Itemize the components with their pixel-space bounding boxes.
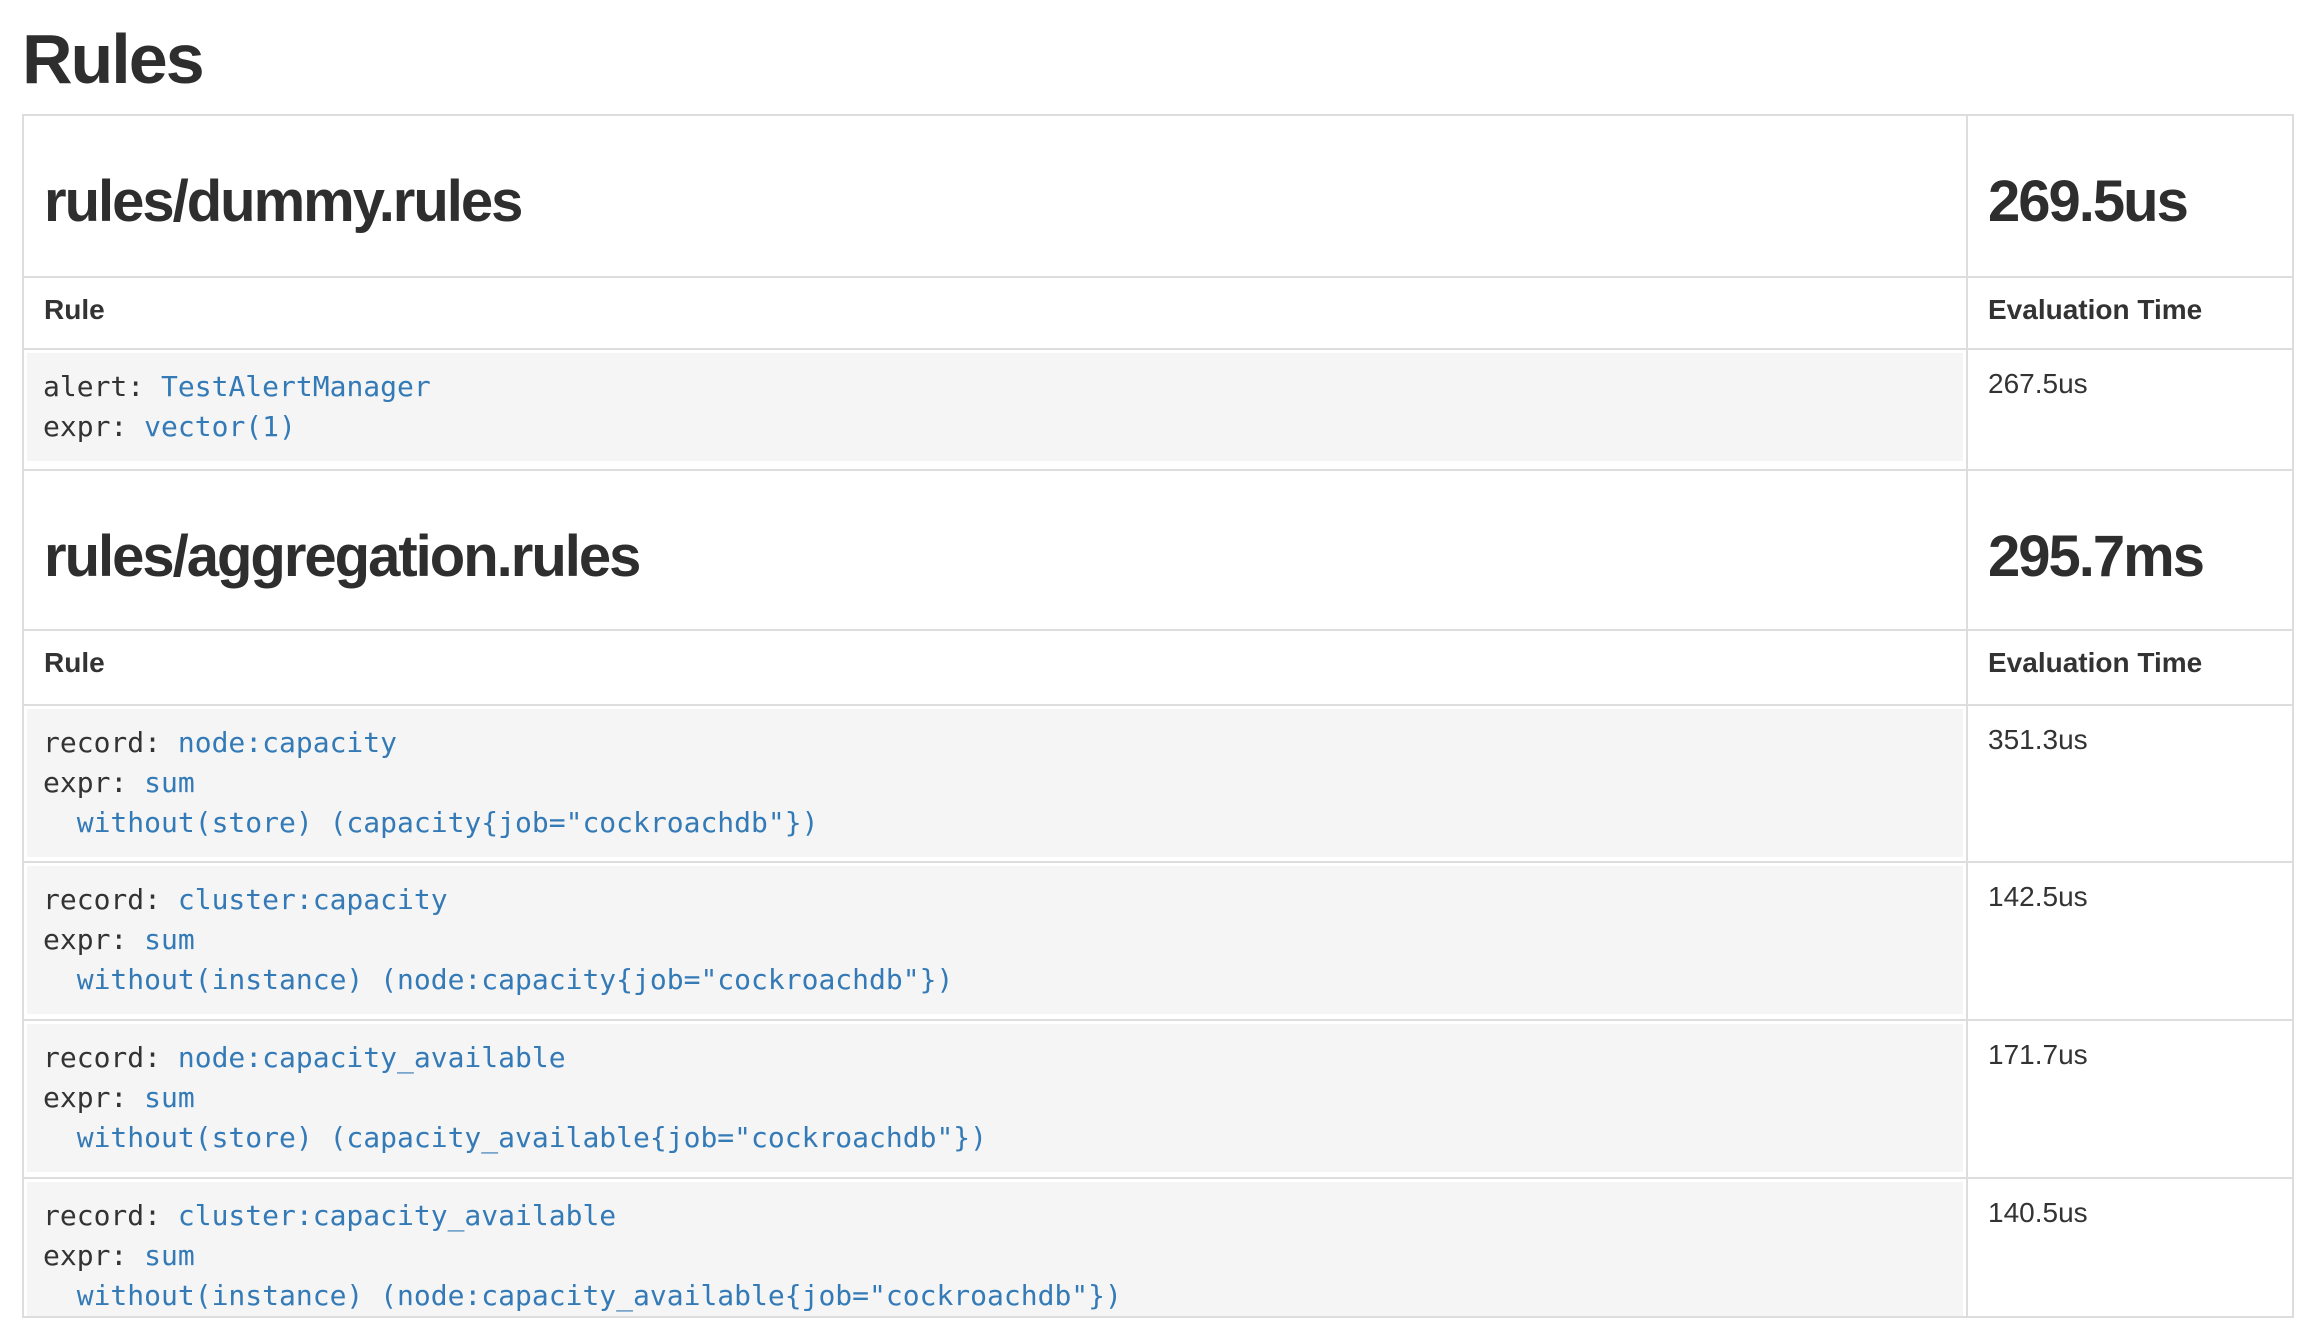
record-name-link[interactable]: cluster:capacity — [178, 883, 448, 916]
rule-group-eval-time-cell: 295.7ms — [1967, 470, 2293, 630]
expr-keyword: expr: — [43, 923, 144, 956]
code-line: without(store) (capacity_available{job="… — [43, 1118, 1947, 1158]
rule-code-block: alert: TestAlertManager expr: vector(1) — [27, 353, 1963, 461]
rule-cell: alert: TestAlertManager expr: vector(1) — [23, 349, 1967, 470]
expr-keyword: expr: — [43, 766, 144, 799]
page-title: Rules — [22, 22, 2294, 98]
expr-keyword: expr: — [43, 1239, 144, 1272]
expr-keyword: expr: — [43, 1081, 144, 1114]
code-line: expr: sum — [43, 1078, 1947, 1118]
rule-group-header-row: rules/dummy.rules 269.5us — [23, 115, 2293, 277]
rule-cell: record: node:capacity_available expr: su… — [23, 1020, 1967, 1178]
rule-eval-time: 142.5us — [1967, 862, 2293, 1020]
rule-cell: record: node:capacity expr: sum without(… — [23, 705, 1967, 862]
rule-group-file-cell: rules/aggregation.rules — [23, 470, 1967, 630]
code-line: alert: TestAlertManager — [43, 367, 1947, 407]
eval-time-column-header: Evaluation Time — [1967, 630, 2293, 705]
rule-cell: record: cluster:capacity expr: sum witho… — [23, 862, 1967, 1020]
rule-group-eval-time: 269.5us — [1988, 170, 2272, 234]
code-line: expr: vector(1) — [43, 407, 1947, 447]
expr-link[interactable]: sum — [144, 1239, 195, 1272]
alert-keyword: alert: — [43, 370, 161, 403]
rule-column-header: Rule — [23, 277, 1967, 349]
rule-code-block: record: node:capacity_available expr: su… — [27, 1024, 1963, 1172]
rule-code-block: record: cluster:capacity_available expr:… — [27, 1182, 1963, 1316]
record-name-link[interactable]: node:capacity_available — [178, 1041, 566, 1074]
code-line: expr: sum — [43, 763, 1947, 803]
eval-time-column-header: Evaluation Time — [1967, 277, 2293, 349]
code-line: without(instance) (node:capacity{job="co… — [43, 960, 1947, 1000]
table-row: record: cluster:capacity expr: sum witho… — [23, 862, 2293, 1020]
code-line: record: cluster:capacity — [43, 880, 1947, 920]
rule-group-file: rules/dummy.rules — [44, 170, 1946, 234]
record-keyword: record: — [43, 1041, 178, 1074]
record-keyword: record: — [43, 726, 178, 759]
expr-link[interactable]: without(instance) (node:capacity_availab… — [43, 1279, 1122, 1312]
expr-link[interactable]: without(store) (capacity{job="cockroachd… — [43, 806, 818, 839]
code-line: without(instance) (node:capacity_availab… — [43, 1276, 1947, 1316]
rules-page: Rules rules/dummy.rules 269.5us Rule Eva… — [0, 22, 2316, 1318]
table-row: record: cluster:capacity_available expr:… — [23, 1178, 2293, 1317]
expr-link[interactable]: vector(1) — [144, 410, 296, 443]
code-line: record: cluster:capacity_available — [43, 1196, 1947, 1236]
code-line: expr: sum — [43, 920, 1947, 960]
table-row: record: node:capacity_available expr: su… — [23, 1020, 2293, 1178]
expr-link[interactable]: without(store) (capacity_available{job="… — [43, 1121, 987, 1154]
expr-link[interactable]: sum — [144, 923, 195, 956]
rule-cell: record: cluster:capacity_available expr:… — [23, 1178, 1967, 1317]
record-keyword: record: — [43, 883, 178, 916]
table-row: alert: TestAlertManager expr: vector(1) … — [23, 349, 2293, 470]
record-keyword: record: — [43, 1199, 178, 1232]
alert-name-link[interactable]: TestAlertManager — [161, 370, 431, 403]
code-line: without(store) (capacity{job="cockroachd… — [43, 803, 1947, 843]
rule-group-file: rules/aggregation.rules — [44, 525, 1946, 589]
rule-code-block: record: node:capacity expr: sum without(… — [27, 709, 1963, 857]
rule-eval-time: 267.5us — [1967, 349, 2293, 470]
rule-eval-time: 171.7us — [1967, 1020, 2293, 1178]
rule-group-eval-time-cell: 269.5us — [1967, 115, 2293, 277]
code-line: expr: sum — [43, 1236, 1947, 1276]
rule-eval-time: 140.5us — [1967, 1178, 2293, 1317]
table-row: record: node:capacity expr: sum without(… — [23, 705, 2293, 862]
expr-keyword: expr: — [43, 410, 144, 443]
column-header-row: Rule Evaluation Time — [23, 630, 2293, 705]
rule-group-header-row: rules/aggregation.rules 295.7ms — [23, 470, 2293, 630]
record-name-link[interactable]: node:capacity — [178, 726, 397, 759]
column-header-row: Rule Evaluation Time — [23, 277, 2293, 349]
code-line: record: node:capacity_available — [43, 1038, 1947, 1078]
rule-code-block: record: cluster:capacity expr: sum witho… — [27, 866, 1963, 1014]
rule-column-header: Rule — [23, 630, 1967, 705]
expr-link[interactable]: sum — [144, 766, 195, 799]
rule-group-eval-time: 295.7ms — [1988, 525, 2272, 589]
expr-link[interactable]: sum — [144, 1081, 195, 1114]
rule-group-file-cell: rules/dummy.rules — [23, 115, 1967, 277]
record-name-link[interactable]: cluster:capacity_available — [178, 1199, 616, 1232]
rules-table: rules/dummy.rules 269.5us Rule Evaluatio… — [22, 114, 2294, 1318]
expr-link[interactable]: without(instance) (node:capacity{job="co… — [43, 963, 953, 996]
rule-eval-time: 351.3us — [1967, 705, 2293, 862]
code-line: record: node:capacity — [43, 723, 1947, 763]
